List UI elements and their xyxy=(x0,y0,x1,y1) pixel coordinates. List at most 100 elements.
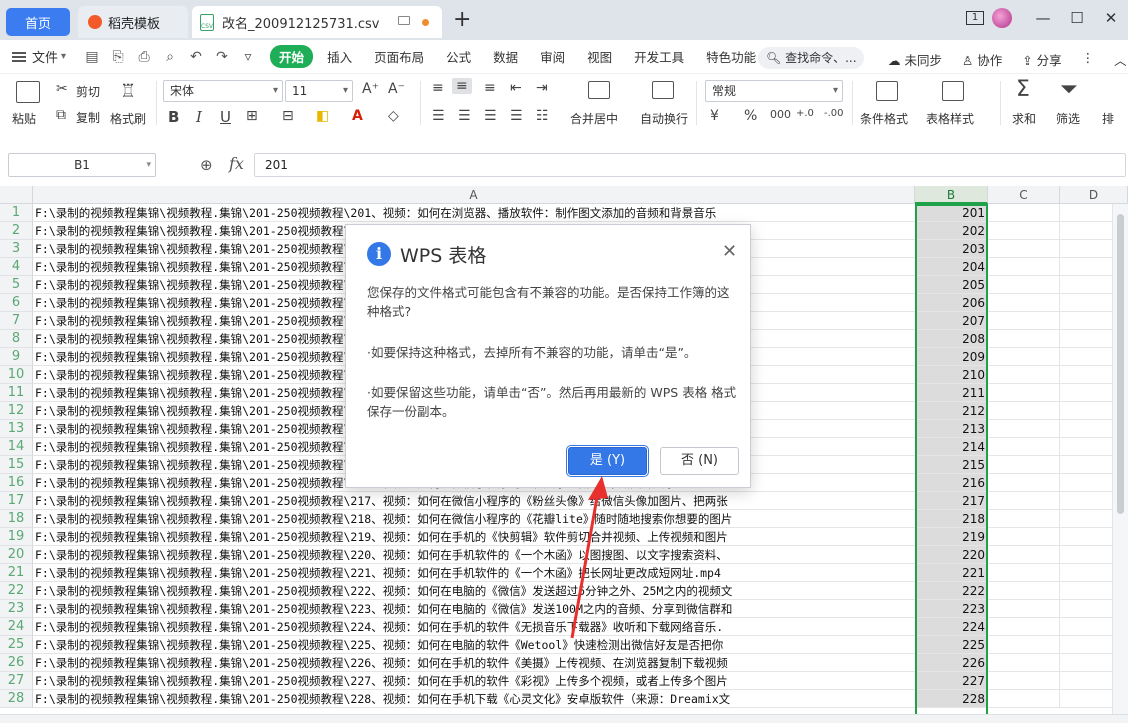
cell-b[interactable]: 221 xyxy=(915,564,988,582)
export-icon[interactable]: ⎘ xyxy=(110,49,126,65)
no-button[interactable]: 否 (N) xyxy=(660,447,739,475)
align-center-icon[interactable]: ☰ xyxy=(458,108,471,124)
bold-icon[interactable]: B xyxy=(168,108,179,126)
row-header[interactable]: 4 xyxy=(0,258,33,276)
cut-button[interactable]: 剪切 xyxy=(76,83,100,100)
format-painter-icon[interactable]: ♖ xyxy=(120,81,136,102)
cell-c[interactable] xyxy=(988,618,1060,636)
share-button[interactable]: ⇪ 分享 xyxy=(1022,50,1061,69)
clear-format-icon[interactable]: ◇ xyxy=(388,108,399,124)
cell-c[interactable] xyxy=(988,564,1060,582)
indent-increase-icon[interactable]: ⇥ xyxy=(536,80,548,96)
menu-tab-insert[interactable]: 插入 xyxy=(327,47,352,66)
cell-c[interactable] xyxy=(988,222,1060,240)
cell-c[interactable] xyxy=(988,510,1060,528)
cell-b[interactable]: 212 xyxy=(915,402,988,420)
number-format-select[interactable]: 常规 xyxy=(705,80,843,102)
cell-c[interactable] xyxy=(988,690,1060,708)
justify-icon[interactable]: ☰ xyxy=(510,108,523,124)
sync-button[interactable]: ☁ 未同步 xyxy=(888,50,942,69)
row-header[interactable]: 15 xyxy=(0,456,33,474)
column-header-a[interactable]: A xyxy=(33,186,915,204)
wrap-text-icon[interactable] xyxy=(652,81,674,99)
align-bottom-icon[interactable]: ≡ xyxy=(484,80,496,96)
cell-a[interactable]: F:\录制的视频教程集锦\视频教程.集锦\201-250视频教程\221、视频：… xyxy=(33,564,915,582)
cell-c[interactable] xyxy=(988,600,1060,618)
cell-d[interactable] xyxy=(1060,546,1112,564)
cell-d[interactable] xyxy=(1060,582,1112,600)
cell-c[interactable] xyxy=(988,474,1060,492)
row-header[interactable]: 21 xyxy=(0,564,33,582)
print-icon[interactable]: ⎙ xyxy=(136,49,152,65)
cell-b[interactable]: 211 xyxy=(915,384,988,402)
font-color-icon[interactable]: A xyxy=(352,108,363,124)
command-search[interactable]: 🔍︎ 查找命令、... xyxy=(758,47,864,69)
cell-b[interactable]: 202 xyxy=(915,222,988,240)
row-header[interactable]: 23 xyxy=(0,600,33,618)
vertical-scrollbar[interactable] xyxy=(1112,204,1128,723)
distributed-icon[interactable]: ☷ xyxy=(536,108,549,124)
tab-file[interactable]: CSV 改名_200912125731.csv xyxy=(192,6,442,38)
thousands-icon[interactable]: 000 xyxy=(770,108,791,121)
cell-b[interactable]: 225 xyxy=(915,636,988,654)
cell-c[interactable] xyxy=(988,456,1060,474)
cell-c[interactable] xyxy=(988,384,1060,402)
align-top-icon[interactable]: ≡ xyxy=(432,80,444,96)
cell-c[interactable] xyxy=(988,672,1060,690)
cell-b[interactable]: 228 xyxy=(915,690,988,708)
cell-d[interactable] xyxy=(1060,528,1112,546)
cell-c[interactable] xyxy=(988,546,1060,564)
cell-c[interactable] xyxy=(988,294,1060,312)
sum-icon[interactable]: Σ xyxy=(1016,77,1030,102)
row-header[interactable]: 27 xyxy=(0,672,33,690)
table-style-button[interactable]: 表格样式 xyxy=(926,110,974,127)
cell-b[interactable]: 214 xyxy=(915,438,988,456)
row-header[interactable]: 7 xyxy=(0,312,33,330)
cell-d[interactable] xyxy=(1060,258,1112,276)
cell-b[interactable]: 205 xyxy=(915,276,988,294)
row-header[interactable]: 20 xyxy=(0,546,33,564)
cell-b[interactable]: 213 xyxy=(915,420,988,438)
cell-c[interactable] xyxy=(988,348,1060,366)
zoom-icon[interactable]: ⊕ xyxy=(200,156,213,174)
cell-c[interactable] xyxy=(988,582,1060,600)
row-header[interactable]: 14 xyxy=(0,438,33,456)
italic-icon[interactable]: I xyxy=(196,108,202,126)
font-shrink-icon[interactable]: A⁻ xyxy=(388,81,405,97)
cell-d[interactable] xyxy=(1060,276,1112,294)
customize-icon[interactable]: ▿ xyxy=(240,49,256,65)
cell-d[interactable] xyxy=(1060,672,1112,690)
cell-c[interactable] xyxy=(988,402,1060,420)
screen-icon[interactable] xyxy=(398,16,410,25)
cell-c[interactable] xyxy=(988,276,1060,294)
redo-icon[interactable]: ↷ xyxy=(214,49,230,65)
cell-d[interactable] xyxy=(1060,492,1112,510)
menu-file[interactable]: 文件 xyxy=(32,47,58,66)
cell-d[interactable] xyxy=(1060,438,1112,456)
font-size-select[interactable]: 11 xyxy=(285,80,353,102)
cell-b[interactable]: 215 xyxy=(915,456,988,474)
avatar[interactable] xyxy=(992,8,1012,28)
row-header[interactable]: 19 xyxy=(0,528,33,546)
sort-button[interactable]: 排 xyxy=(1102,110,1114,127)
cell-c[interactable] xyxy=(988,312,1060,330)
cell-c[interactable] xyxy=(988,258,1060,276)
copy-button[interactable]: 复制 xyxy=(76,109,100,126)
print-preview-icon[interactable]: ⌕ xyxy=(162,49,178,65)
sum-button[interactable]: 求和 xyxy=(1012,110,1036,127)
row-header[interactable]: 1 xyxy=(0,204,33,222)
cell-c[interactable] xyxy=(988,528,1060,546)
align-middle-icon[interactable]: ≡ xyxy=(452,78,472,94)
cell-d[interactable] xyxy=(1060,564,1112,582)
cell-b[interactable]: 204 xyxy=(915,258,988,276)
close-window-icon[interactable]: ✕ xyxy=(1094,9,1128,27)
cell-a[interactable]: F:\录制的视频教程集锦\视频教程.集锦\201-250视频教程\223、视频：… xyxy=(33,600,915,618)
hamburger-icon[interactable] xyxy=(12,51,26,62)
currency-icon[interactable]: ¥ xyxy=(710,108,719,124)
table-style-icon[interactable] xyxy=(942,81,964,101)
cell-b[interactable]: 206 xyxy=(915,294,988,312)
cell-d[interactable] xyxy=(1060,312,1112,330)
cell-b[interactable]: 208 xyxy=(915,330,988,348)
cell-b[interactable]: 219 xyxy=(915,528,988,546)
unsaved-dot-icon[interactable] xyxy=(422,19,429,26)
